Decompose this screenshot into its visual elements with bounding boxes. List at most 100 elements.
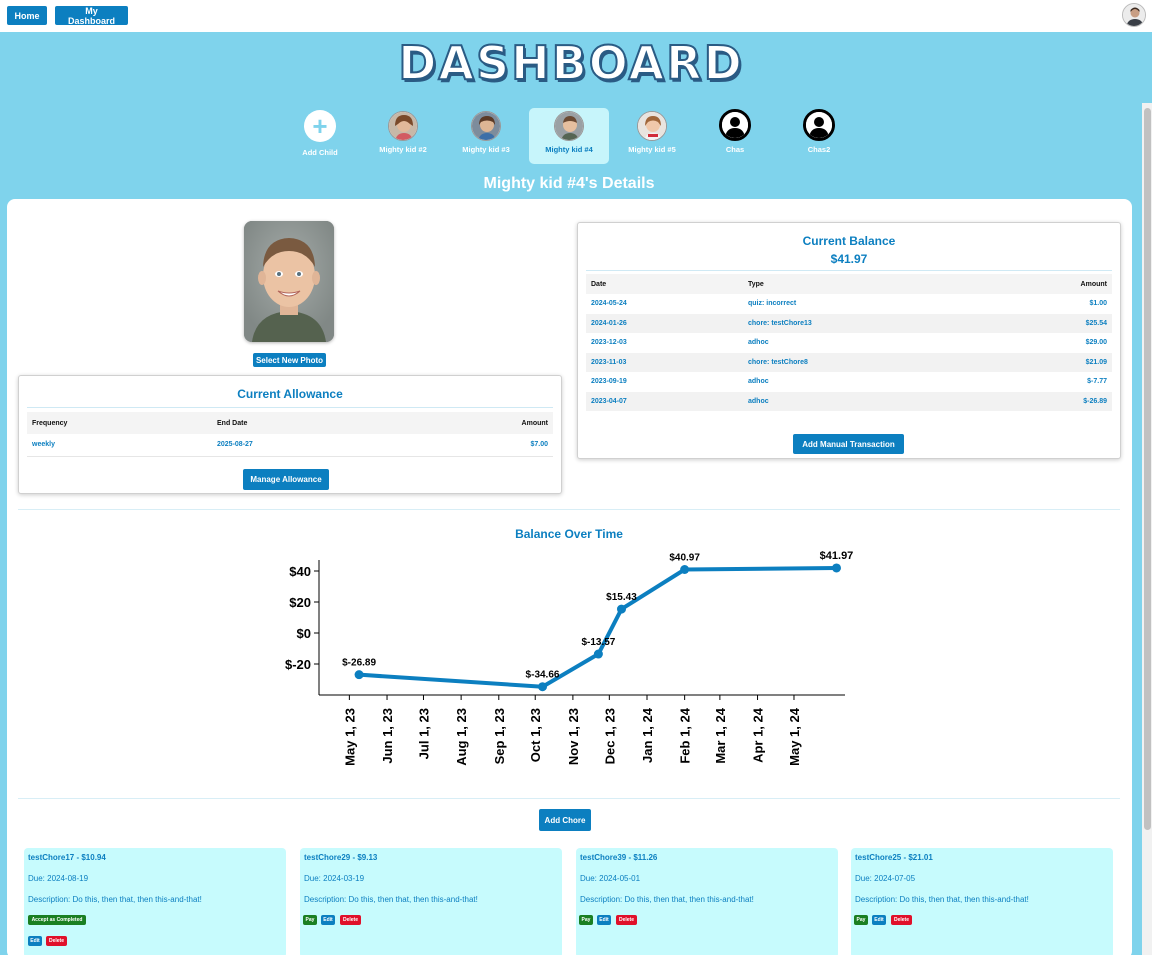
balance-divider: [586, 270, 1112, 271]
pay-button[interactable]: Pay: [579, 915, 593, 925]
date-cell: 2023-09-19: [591, 378, 627, 386]
kid-tab-label: Mighty kid #3: [462, 145, 510, 154]
chore-due-date: Due: 2024-08-19: [28, 874, 89, 883]
column-header: Type: [743, 274, 990, 294]
allowance-panel: Current Allowance Frequency End Date Amo…: [18, 375, 562, 494]
balance-chart: $40 $20 $0 $-20 May 1, 23 Jun 1, 23 Jul 1, 23 A…: [285, 550, 853, 766]
data-label: $40.97: [669, 552, 700, 563]
allowance-table: Frequency End Date Amount weekly 2025-08…: [27, 412, 553, 457]
y-tick-label: $40: [289, 564, 311, 579]
select-new-photo-button[interactable]: Select New Photo: [253, 353, 326, 367]
kid-tab-label: Mighty kid #4: [545, 145, 593, 154]
date-cell: 2024-01-26: [586, 313, 743, 333]
chore-card: testChore17 - $10.94 Due: 2024-08-19 Des…: [24, 848, 286, 955]
type-cell: quiz: incorrect: [748, 300, 797, 308]
type-cell: chore: testChore8: [743, 352, 990, 372]
table-row: 2024-05-24 quiz: incorrect $1.00: [586, 294, 1112, 314]
kid-tab-chas2[interactable]: Chas2: [779, 108, 859, 164]
date-cell: 2023-11-03: [586, 352, 743, 372]
x-tick-label: Sep 1, 23: [492, 708, 507, 764]
type-cell: chore: testChore13: [743, 313, 990, 333]
data-point: [538, 682, 548, 692]
table-row: 2024-01-26 chore: testChore13 $25.54: [586, 313, 1112, 333]
chore-title: testChore29 - $9.13: [304, 853, 378, 862]
edit-button[interactable]: Edit: [28, 936, 42, 946]
scrollbar-thumb[interactable]: [1144, 108, 1151, 830]
x-tick-label: Jan 1, 24: [640, 707, 655, 763]
delete-button[interactable]: Delete: [891, 915, 912, 925]
edit-button[interactable]: Edit: [872, 915, 886, 925]
kid-tab-mighty-kid-5[interactable]: Mighty kid #5: [612, 108, 692, 164]
kid-tab-mighty-kid-3[interactable]: Mighty kid #3: [446, 108, 526, 164]
section-divider: [18, 798, 1120, 799]
manage-allowance-button[interactable]: Manage Allowance: [243, 469, 329, 490]
chore-description: Description: Do this, then that, then th…: [580, 895, 754, 904]
date-cell: 2023-04-07: [586, 391, 743, 411]
data-label: $-13.57: [581, 637, 615, 648]
x-tick-label: May 1, 24: [787, 707, 802, 766]
data-point: [680, 564, 690, 574]
x-tick-label: Jul 1, 23: [416, 708, 431, 759]
kid-tab-mighty-kid-4[interactable]: Mighty kid #4: [529, 108, 609, 164]
edit-button[interactable]: Edit: [597, 915, 611, 925]
allowance-divider: [27, 407, 553, 408]
chore-title: testChore17 - $10.94: [28, 853, 106, 862]
person-silhouette-icon: [803, 109, 835, 141]
pay-button[interactable]: Pay: [854, 915, 868, 925]
x-tick-label: May 1, 23: [342, 708, 357, 766]
x-tick-label: Nov 1, 23: [566, 708, 581, 765]
data-point: [593, 649, 603, 659]
delete-button[interactable]: Delete: [616, 915, 637, 925]
kid-tab-label: Chas2: [807, 145, 831, 154]
balance-series-line: [358, 565, 837, 689]
x-tick-label: Apr 1, 24: [751, 707, 766, 763]
add-manual-transaction-button[interactable]: Add Manual Transaction: [793, 434, 904, 454]
chore-card: testChore39 - $11.26 Due: 2024-05-01 Des…: [576, 848, 838, 955]
chore-description: Description: Do this, then that, then th…: [28, 895, 202, 904]
amount-cell: $-7.77: [1087, 378, 1107, 386]
delete-button[interactable]: Delete: [46, 936, 67, 946]
my-dashboard-button[interactable]: My Dashboard: [55, 6, 128, 26]
table-row: 2023-04-07 adhoc $-26.89: [586, 391, 1112, 411]
data-point: [616, 604, 626, 614]
add-chore-button[interactable]: Add Chore: [539, 809, 591, 831]
table-row: weekly 2025-08-27 $7.00: [27, 434, 553, 456]
column-header: Date: [586, 274, 743, 294]
chore-due-date: Due: 2024-07-05: [855, 874, 916, 883]
amount-cell: $-26.89: [989, 391, 1112, 411]
x-tick-label: Mar 1, 24: [713, 707, 728, 763]
chore-due-date: Due: 2024-05-01: [580, 874, 641, 883]
kid-tab-label: Mighty kid #2: [379, 145, 427, 154]
kid-tab-label: Mighty kid #5: [628, 145, 676, 154]
x-tick-label: Dec 1, 23: [602, 708, 617, 764]
data-label: $-26.89: [342, 658, 376, 669]
transactions-table: Date Type Amount 2024-05-24 quiz: incorr…: [586, 274, 1112, 411]
dashboard-title: DASHBOARD: [397, 35, 744, 91]
add-child-tab[interactable]: + Add Child: [280, 108, 360, 164]
table-row: 2023-12-03 adhoc $29.00: [586, 333, 1112, 353]
table-row: 2023-09-19 adhoc $-7.77: [586, 372, 1112, 392]
child-photo-icon: [554, 111, 584, 141]
chore-description: Description: Do this, then that, then th…: [855, 895, 1029, 904]
accept-as-completed-button[interactable]: Accept as Completed: [28, 915, 86, 925]
edit-button[interactable]: Edit: [321, 915, 335, 925]
chore-title: testChore39 - $11.26: [580, 853, 658, 862]
user-avatar-icon[interactable]: [1122, 3, 1146, 27]
kid-tab-mighty-kid-2[interactable]: Mighty kid #2: [363, 108, 443, 164]
y-tick-label: $-20: [285, 657, 311, 672]
chore-title: testChore25 - $21.01: [855, 853, 933, 862]
delete-button[interactable]: Delete: [340, 915, 361, 925]
date-cell: 2023-12-03: [591, 339, 627, 347]
home-button[interactable]: Home: [7, 6, 47, 25]
details-title: Mighty kid #4's Details: [483, 175, 655, 192]
chore-card: testChore29 - $9.13 Due: 2024-03-19 Desc…: [300, 848, 562, 955]
chart-title: Balance Over Time: [515, 527, 623, 541]
chore-description: Description: Do this, then that, then th…: [304, 895, 478, 904]
kid-tab-chas[interactable]: Chas: [695, 108, 775, 164]
pay-button[interactable]: Pay: [303, 915, 317, 925]
amount-cell: $7.00: [530, 441, 548, 449]
person-silhouette-icon: [719, 109, 751, 141]
type-cell: adhoc: [748, 339, 769, 347]
y-tick-label: $20: [289, 595, 311, 610]
top-bar: Home My Dashboard: [0, 0, 1152, 32]
